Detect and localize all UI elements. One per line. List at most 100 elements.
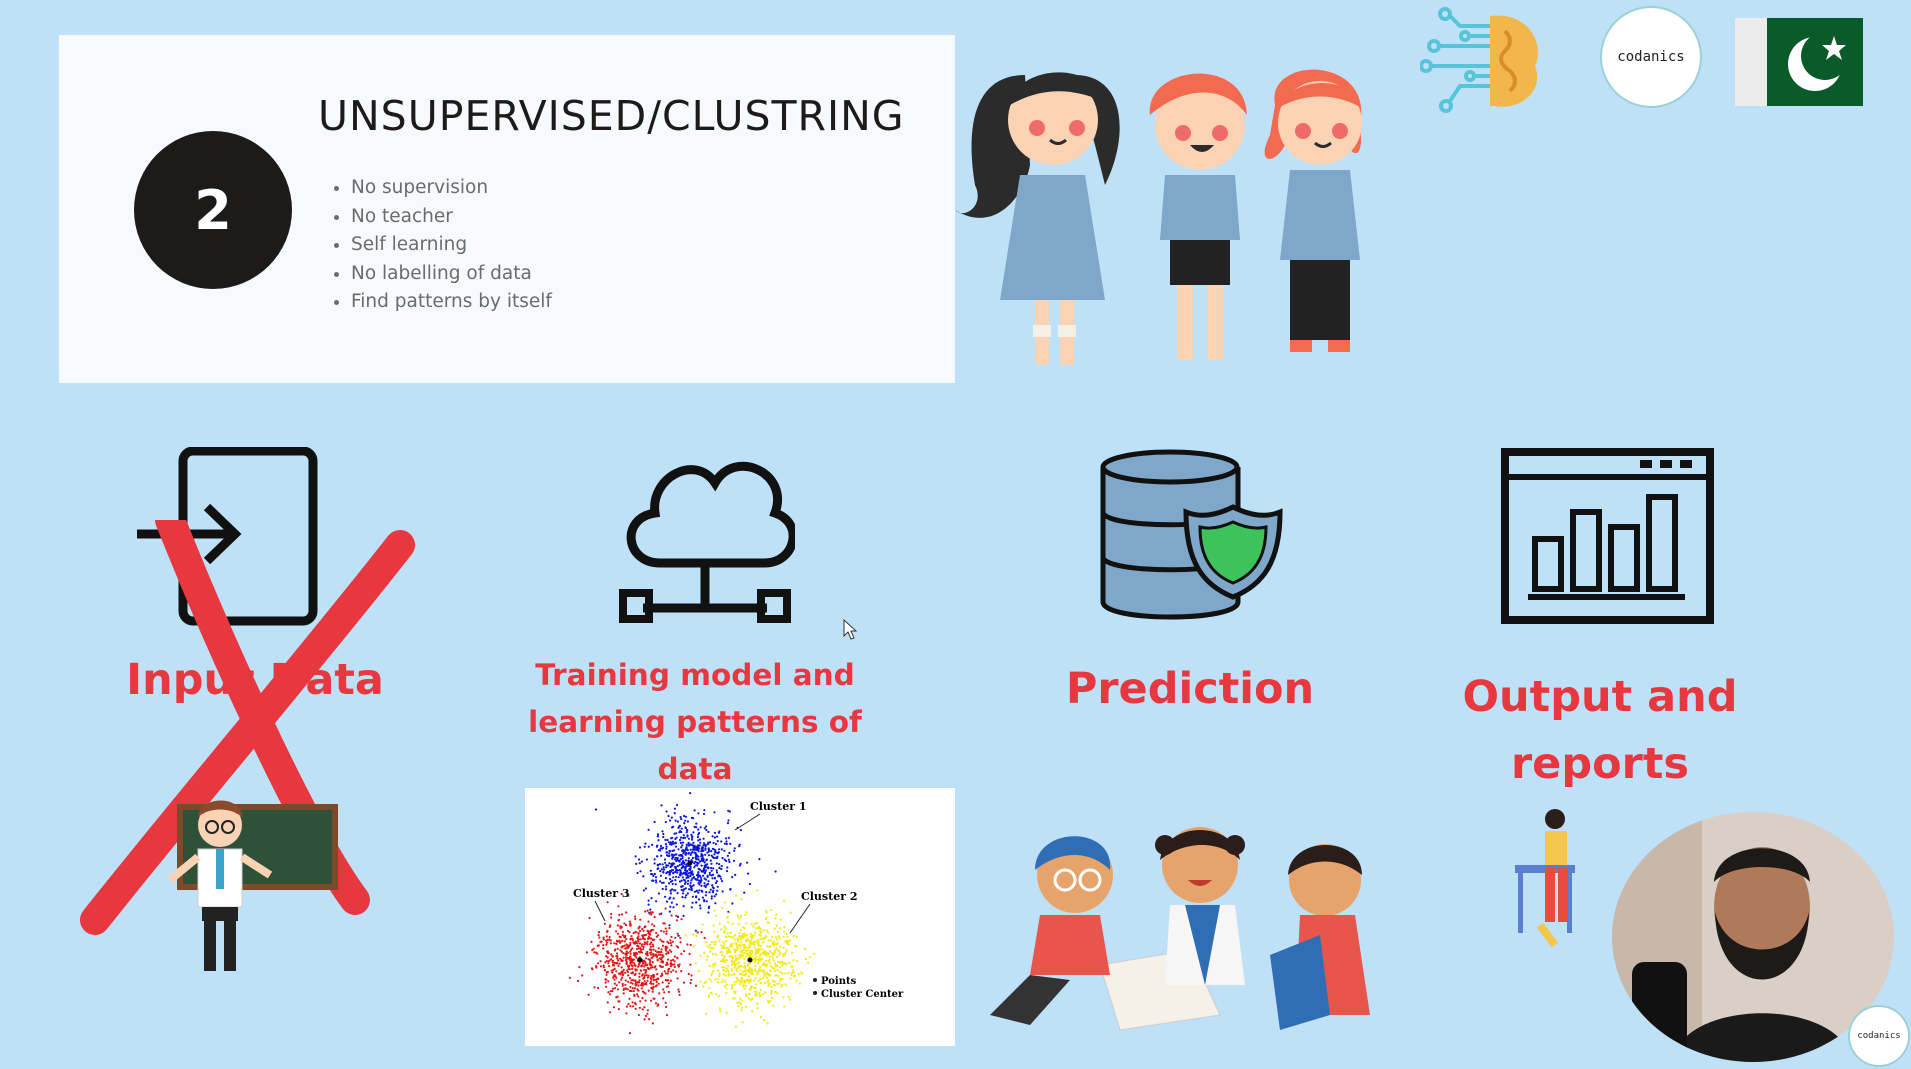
scatter-point (693, 846, 697, 849)
scatter-point (795, 979, 798, 982)
scatter-point (656, 855, 659, 858)
ai-brain-icon (1420, 7, 1538, 113)
scatter-point (638, 979, 641, 982)
scatter-point (655, 881, 658, 884)
scatter-point (708, 873, 711, 876)
scatter-point (753, 931, 757, 934)
scatter-point (765, 976, 768, 979)
scatter-point (642, 875, 645, 878)
scatter-point (726, 866, 729, 869)
scatter-point (638, 1006, 641, 1009)
scatter-point (706, 955, 709, 958)
scatter-point (621, 972, 624, 975)
scatter-point (654, 876, 658, 879)
scatter-point (666, 972, 669, 975)
scatter-point (664, 843, 667, 846)
scatter-point (669, 962, 673, 965)
scatter-point (652, 979, 655, 982)
scatter-point (725, 916, 728, 919)
scatter-point (783, 899, 786, 902)
scatter-point (706, 945, 709, 948)
scatter-point (691, 895, 694, 898)
scatter-point (622, 992, 625, 995)
scatter-point (680, 970, 683, 973)
scatter-point (750, 941, 753, 944)
scatter-point (606, 901, 609, 904)
scatter-point (662, 930, 665, 933)
scatter-point (606, 938, 609, 941)
scatter-point (657, 982, 660, 985)
scatter-point (716, 889, 719, 892)
scatter-point (733, 960, 736, 963)
scatter-point (650, 872, 653, 876)
scatter-point (637, 989, 640, 992)
scatter-point (758, 933, 761, 936)
scatter-point (641, 943, 644, 946)
scatter-point (782, 930, 786, 933)
scatter-point (784, 940, 787, 943)
scatter-point (793, 975, 797, 978)
scatter-point (710, 866, 713, 870)
scatter-point (700, 931, 703, 934)
scatter-point (620, 946, 623, 949)
scatter-point (619, 941, 622, 944)
scatter-point (671, 882, 674, 886)
scatter-point (697, 873, 700, 876)
scatter-point (650, 951, 653, 954)
scatter-point (776, 964, 779, 967)
scatter-point (662, 988, 665, 991)
scatter-point (627, 980, 630, 983)
scatter-point (664, 895, 667, 898)
scatter-point (674, 875, 678, 878)
scatter-point (623, 940, 626, 943)
scatter-point (643, 1018, 646, 1021)
scatter-point (784, 983, 787, 986)
scatter-point (746, 934, 749, 937)
scatter-point (666, 985, 670, 988)
scatter-point (615, 942, 618, 945)
scatter-point (771, 952, 774, 955)
scatter-point (769, 1000, 772, 1003)
scatter-point (699, 904, 702, 907)
scatter-point (668, 927, 671, 930)
scatter-point (808, 956, 811, 959)
scatter-point (692, 841, 695, 844)
scatter-point (670, 901, 673, 904)
scatter-point (749, 967, 752, 970)
scatter-point (694, 853, 697, 856)
scatter-point (599, 960, 602, 963)
scatter-point (707, 830, 710, 833)
scatter-point (634, 1003, 637, 1006)
scatter-point (642, 984, 645, 987)
scatter-point (623, 922, 626, 925)
scatter-point (736, 948, 739, 951)
scatter-point (661, 981, 664, 984)
scatter-point (756, 889, 759, 892)
scatter-point (790, 973, 793, 976)
scatter-point (724, 974, 727, 977)
scatter-point (758, 959, 761, 962)
scatter-point (650, 897, 653, 900)
scatter-point (687, 857, 690, 860)
scatter-point (739, 997, 742, 1000)
scatter-point (737, 917, 741, 920)
scatter-point (698, 883, 701, 886)
scatter-point (774, 936, 778, 939)
bullet-item: No teacher (351, 203, 552, 232)
scatter-point (700, 876, 703, 879)
scatter-point (759, 988, 762, 991)
scatter-point (770, 985, 773, 988)
scatter-point (685, 894, 688, 897)
scatter-point (713, 930, 716, 933)
scatter-point (671, 849, 674, 852)
scatter-point (707, 850, 710, 853)
scatter-point (710, 973, 713, 976)
scatter-point (754, 927, 757, 930)
scatter-point (634, 982, 637, 986)
scatter-point (669, 941, 672, 945)
scatter-point (744, 984, 747, 988)
scatter-point (725, 837, 728, 840)
scatter-point (723, 925, 726, 928)
scatter-point (745, 949, 748, 952)
scatter-point (664, 1001, 667, 1004)
